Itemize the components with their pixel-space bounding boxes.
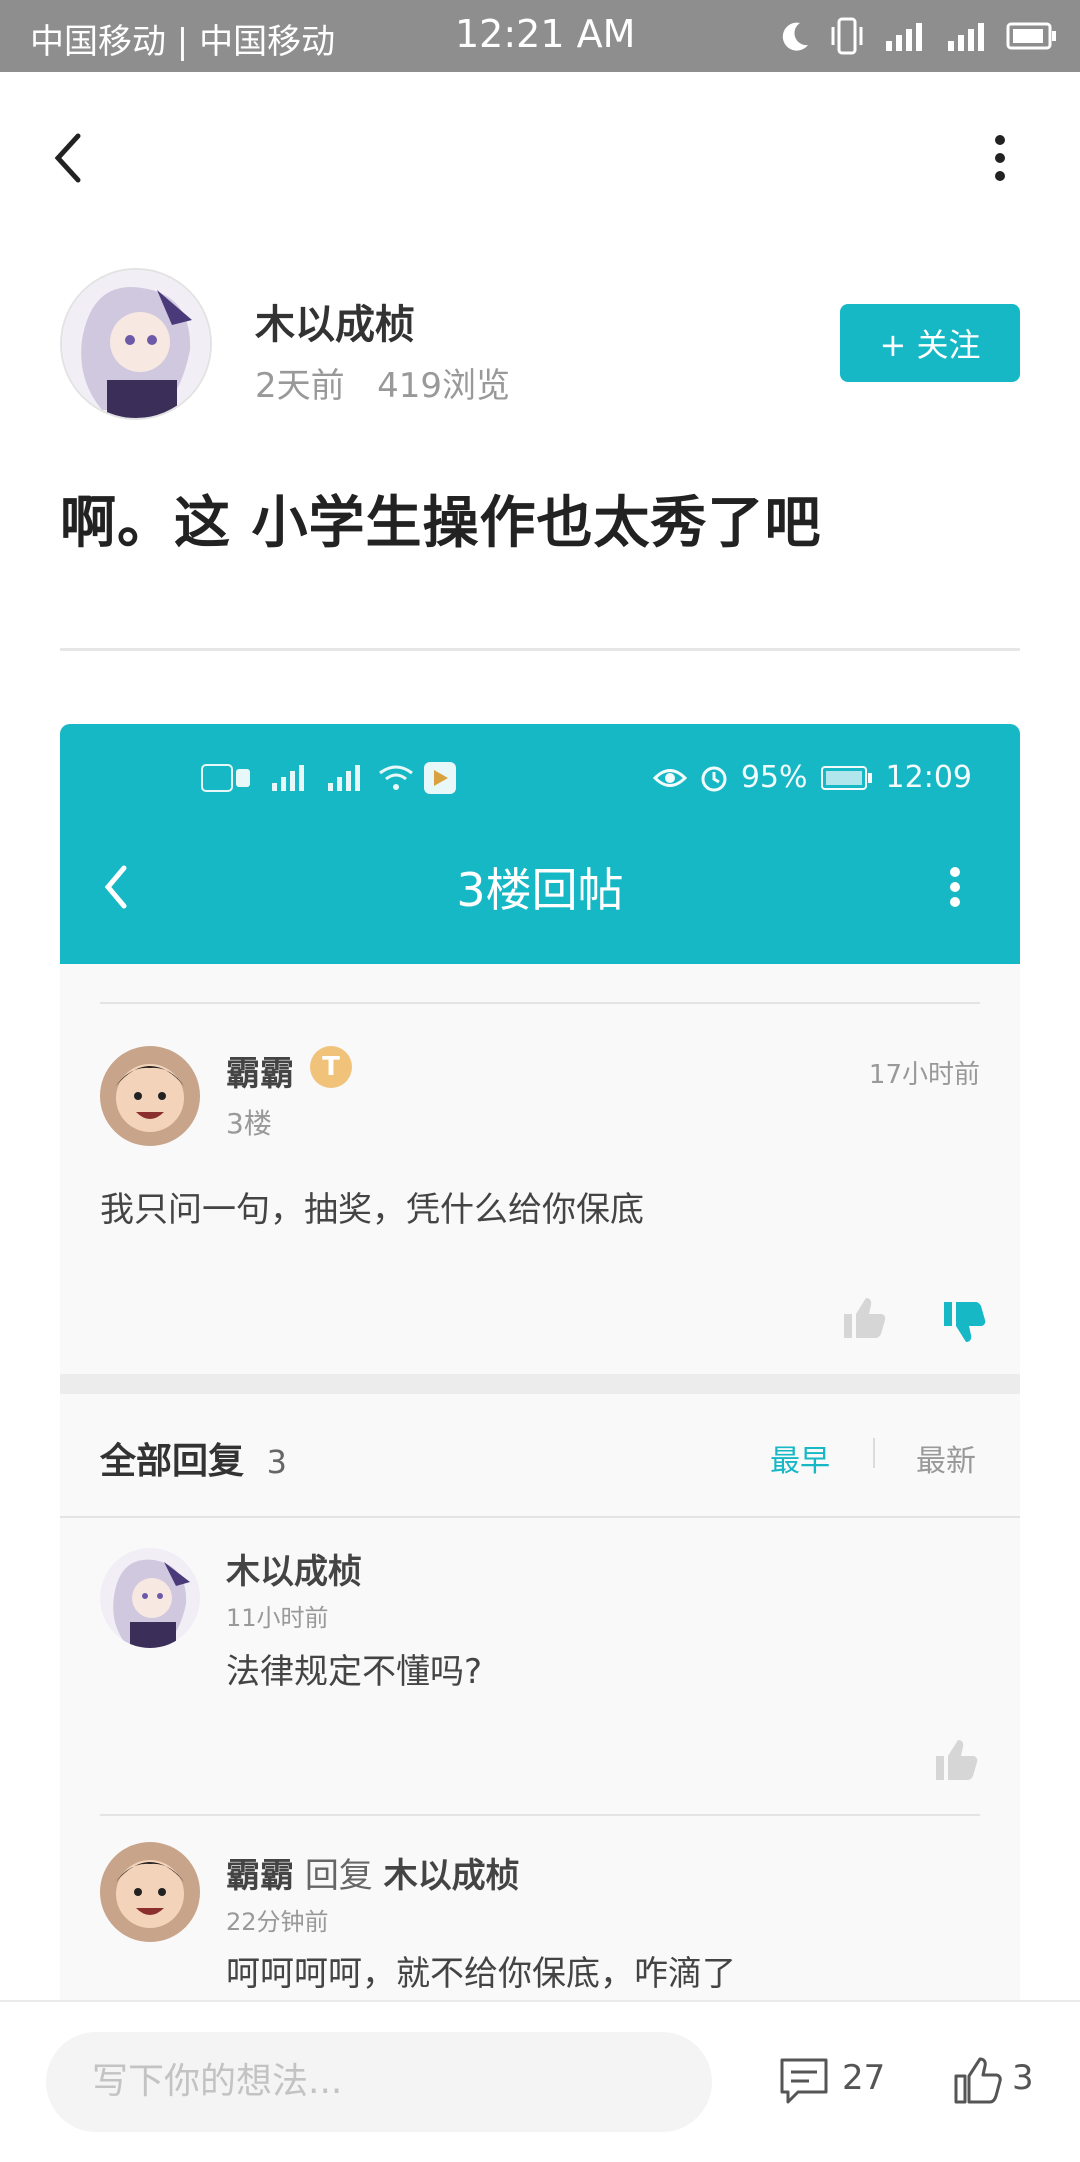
screenshot-time: 12:09 (885, 760, 972, 795)
author-avatar[interactable] (60, 268, 212, 420)
author-name[interactable]: 木以成桢 (255, 292, 415, 350)
signal-4g-icon (886, 23, 922, 51)
follow-button[interactable]: + 关注 (840, 304, 1020, 382)
comment-icon[interactable] (778, 2056, 830, 2106)
sort-earliest: 最早 (770, 1444, 830, 1479)
eye-icon (652, 768, 687, 787)
user-avatar (100, 1046, 200, 1146)
floor-post-time: 17小时前 (868, 1060, 980, 1090)
thumbs-up-icon (936, 1740, 978, 1780)
all-replies-label: 全部回复 (100, 1441, 245, 1482)
reply-word: 回复 (304, 1856, 373, 1896)
bottom-bar: 写下你的想法... 27 3 (0, 2000, 1080, 2162)
status-icons (778, 16, 1058, 56)
reply-user-name: 霸霸 (226, 1856, 294, 1896)
thumbs-down-icon (944, 1302, 986, 1342)
status-time: 12:21 AM (455, 12, 636, 56)
post-meta: 2天前 419浏览 (255, 358, 510, 407)
section-gap (60, 1374, 1020, 1394)
screenshot-status-right: 95% 12:09 (652, 760, 972, 795)
reply-content: 法律规定不懂吗? (226, 1652, 483, 1692)
hd-icon (201, 764, 250, 792)
more-options-icon[interactable] (980, 128, 1020, 188)
battery-icon (820, 765, 872, 790)
reply-count: 3 (266, 1443, 287, 1481)
wifi-icon (379, 765, 413, 790)
comment-count[interactable]: 27 (842, 2058, 885, 2098)
floor-user-name: 霸霸 (226, 1054, 294, 1094)
divider (60, 648, 1020, 651)
comment-input[interactable]: 写下你的想法... (46, 2032, 712, 2132)
divider (100, 1814, 980, 1816)
floor-post-content: 我只问一句，抽奖，凭什么给你保底 (100, 1190, 644, 1230)
more-options-icon (950, 867, 960, 907)
reply-time: 22分钟前 (226, 1908, 329, 1936)
moon-icon (782, 22, 808, 51)
divider (60, 1516, 1020, 1518)
post-title: 啊。这 小学生操作也太秀了吧 (60, 491, 822, 556)
like-count[interactable]: 3 (1012, 2058, 1034, 2098)
vibrate-icon (831, 17, 863, 55)
status-bar: 中国移动 | 中国移动 12:21 AM (0, 0, 1080, 72)
view-count: 419浏览 (377, 366, 510, 406)
all-replies-header: 全部回复 3 (100, 1432, 287, 1484)
battery-icon (1006, 22, 1056, 50)
post-time: 2天前 (255, 366, 345, 406)
signal-icon (948, 23, 984, 51)
signal-icon (272, 765, 304, 791)
embedded-screenshot[interactable]: 95% 12:09 3楼回帖 霸霸 T 3楼 17小时前 我只问一句，抽奖，凭什… (60, 724, 1020, 2004)
reply-heading: 霸霸 回复 木以成桢 (226, 1848, 520, 1897)
reply-user-name: 木以成桢 (226, 1552, 362, 1592)
alarm-icon (701, 766, 727, 791)
app-icon (424, 762, 456, 794)
thumbs-up-icon (844, 1298, 886, 1338)
like-icon[interactable] (952, 2054, 1004, 2106)
reply-time: 11小时前 (226, 1604, 329, 1632)
sort-divider (873, 1438, 875, 1468)
divider (100, 1002, 980, 1004)
reply-content: 呵呵呵呵，就不给你保底，咋滴了 (226, 1954, 736, 1994)
screenshot-title: 3楼回帖 (456, 863, 624, 917)
signal-icon (328, 765, 360, 791)
reply-target-name: 木以成桢 (383, 1856, 520, 1896)
screenshot-battery-percent: 95% (740, 760, 808, 795)
sort-newest: 最新 (916, 1444, 976, 1479)
back-icon[interactable] (48, 128, 88, 188)
screenshot-status-icons (200, 762, 456, 794)
carrier-label: 中国移动 | 中国移动 (30, 22, 336, 62)
reply-avatar (100, 1842, 200, 1942)
reply-avatar (100, 1548, 200, 1648)
user-level-badge: T (310, 1046, 352, 1088)
screenshot-header: 95% 12:09 3楼回帖 (60, 724, 1020, 964)
floor-number: 3楼 (226, 1107, 272, 1140)
